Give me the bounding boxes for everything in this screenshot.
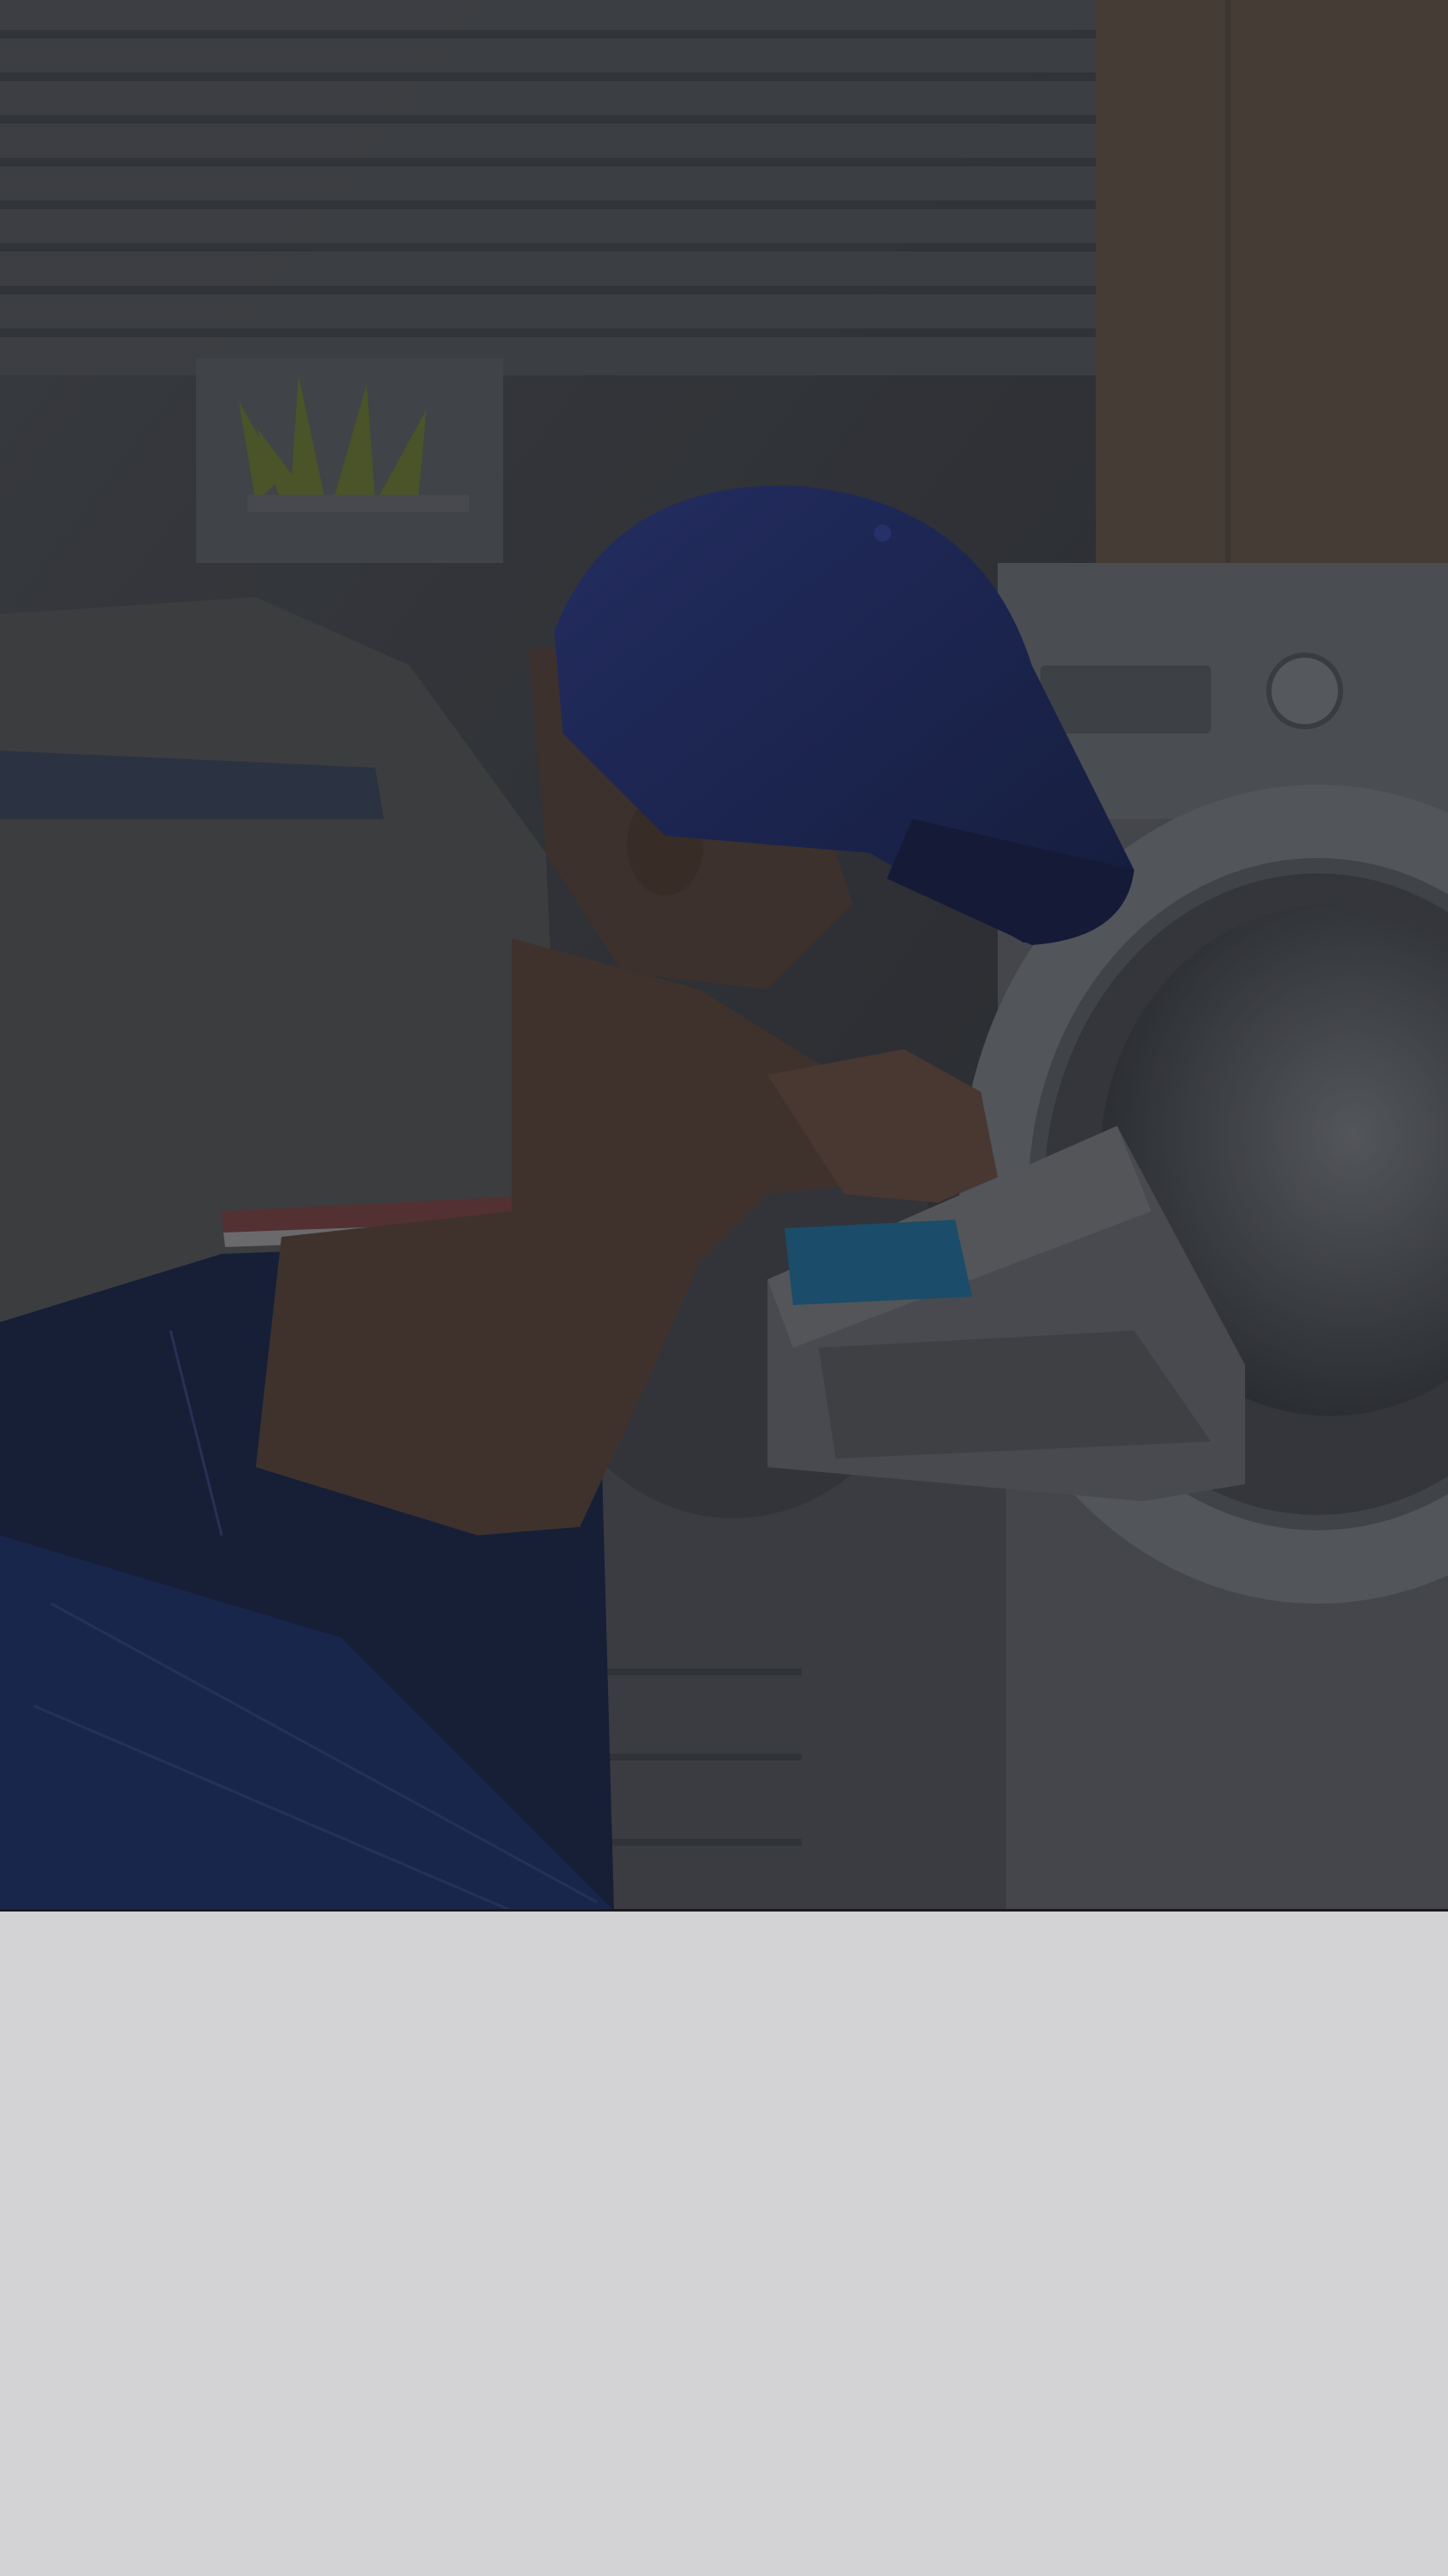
technician-photo xyxy=(0,0,1448,1911)
page xyxy=(0,0,1448,2576)
content-panel xyxy=(0,1912,1448,2576)
dim-overlay xyxy=(0,0,1448,1911)
hero-image xyxy=(0,0,1448,1911)
